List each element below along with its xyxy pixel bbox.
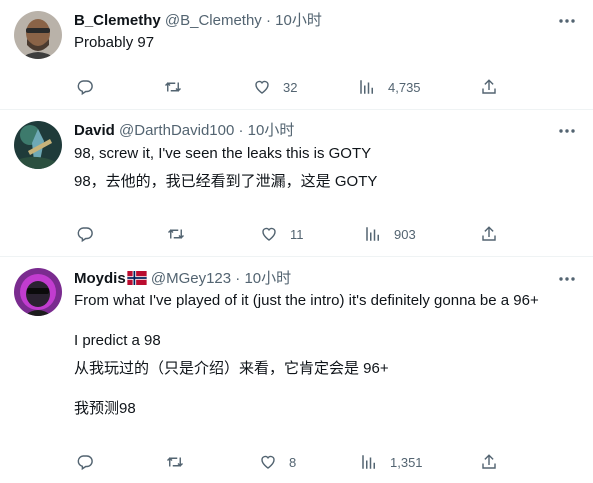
share-button[interactable] <box>480 77 498 97</box>
like-count: 32 <box>283 79 298 95</box>
like-count: 11 <box>290 226 304 242</box>
share-icon <box>482 226 496 241</box>
tweet-actions: 32 4,735 <box>74 77 593 97</box>
tweet[interactable]: B_Clemethy @B_Clemethy · 10小时 Probably 9… <box>0 0 593 109</box>
separator: · <box>265 12 271 29</box>
share-button[interactable] <box>480 452 498 472</box>
tweet-text: Probably 97 <box>74 34 155 51</box>
like-icon <box>261 455 275 469</box>
like-button[interactable]: 11 <box>260 224 304 244</box>
share-icon <box>482 79 496 94</box>
norway-flag-icon <box>127 271 147 285</box>
reply-button[interactable] <box>76 77 106 97</box>
tweet-header: Moydis @MGey123 · 10小时 <box>74 269 291 289</box>
timestamp[interactable]: 10小时 <box>244 270 291 287</box>
tweet-text-translation-line: 我预测98 <box>74 400 136 417</box>
like-button[interactable]: 8 <box>259 452 296 472</box>
user-handle[interactable]: @B_Clemethy <box>165 12 262 29</box>
views-count: 4,735 <box>388 79 421 95</box>
views-icon <box>360 80 373 94</box>
retweet-button[interactable] <box>166 224 198 244</box>
retweet-button[interactable] <box>163 77 195 97</box>
retweet-icon <box>166 457 184 467</box>
retweet-icon <box>164 82 182 92</box>
avatar[interactable] <box>14 121 62 169</box>
tweet-text-translation: 98，去他的，我已经看到了泄漏，这是 GOTY <box>74 173 378 190</box>
like-icon <box>262 227 276 241</box>
views-button[interactable]: 1,351 <box>360 452 423 472</box>
reply-button[interactable] <box>76 452 106 472</box>
user-name[interactable]: Moydis <box>74 270 126 287</box>
reply-icon <box>77 455 93 471</box>
avatar[interactable] <box>14 11 62 59</box>
retweet-icon <box>167 229 185 239</box>
user-name[interactable]: B_Clemethy <box>74 12 161 29</box>
reply-icon <box>77 227 93 243</box>
like-count: 8 <box>289 454 297 470</box>
views-icon <box>366 227 379 241</box>
views-icon <box>362 455 375 469</box>
views-count: 903 <box>394 226 416 242</box>
tweet-actions: 8 1,351 <box>74 452 593 472</box>
timestamp[interactable]: 10小时 <box>248 122 295 139</box>
more-icon[interactable] <box>557 121 577 141</box>
tweet[interactable]: Moydis @MGey123 · 10小时 From what I've pl… <box>0 257 593 483</box>
user-handle[interactable]: @MGey123 <box>151 270 231 287</box>
avatar[interactable] <box>14 268 62 316</box>
more-icon[interactable] <box>557 11 577 31</box>
tweet-header: David @DarthDavid100 · 10小时 <box>74 121 294 141</box>
tweet[interactable]: David @DarthDavid100 · 10小时 98, screw it… <box>0 110 593 256</box>
views-button[interactable]: 903 <box>364 224 416 244</box>
tweet-text-translation: 从我玩过的（只是介绍）来看，它肯定会是 96+ <box>74 360 389 377</box>
tweet-text: From what I've played of it (just the in… <box>74 292 539 309</box>
reply-button[interactable] <box>76 224 106 244</box>
tweet-text: 98, screw it, I've seen the leaks this i… <box>74 145 372 162</box>
separator: · <box>235 270 241 287</box>
user-name[interactable]: David <box>74 122 115 139</box>
share-button[interactable] <box>480 224 498 244</box>
retweet-button[interactable] <box>165 452 197 472</box>
tweet-header: B_Clemethy @B_Clemethy · 10小时 <box>74 11 322 31</box>
tweet-actions: 11 903 <box>74 224 593 244</box>
separator: · <box>238 122 244 139</box>
like-icon <box>255 80 269 94</box>
views-button[interactable]: 4,735 <box>358 77 421 97</box>
views-count: 1,351 <box>390 454 423 470</box>
tweet-text-line: I predict a 98 <box>74 332 161 349</box>
timestamp[interactable]: 10小时 <box>275 12 322 29</box>
like-button[interactable]: 32 <box>253 77 297 97</box>
user-handle[interactable]: @DarthDavid100 <box>119 122 234 139</box>
reply-icon <box>77 80 93 96</box>
share-icon <box>482 454 496 469</box>
more-icon[interactable] <box>557 269 577 289</box>
